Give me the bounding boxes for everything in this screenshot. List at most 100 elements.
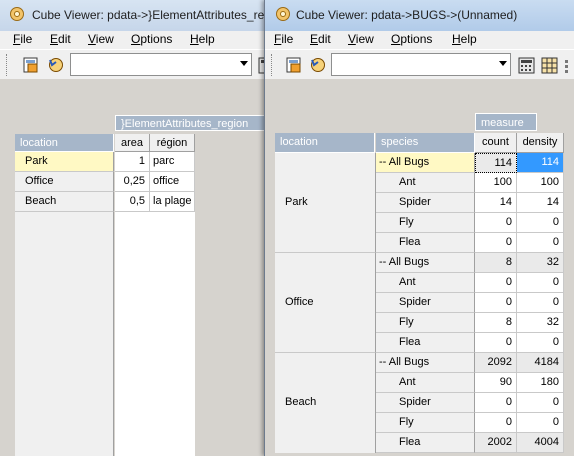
- grip-icon: [565, 60, 568, 73]
- menu-options[interactable]: Options: [391, 32, 432, 46]
- menu-help[interactable]: Help: [452, 32, 477, 46]
- cell-count[interactable]: 0: [475, 333, 517, 353]
- calculator-button[interactable]: [515, 53, 539, 77]
- cell-density[interactable]: 0: [517, 293, 564, 313]
- window-title: Cube Viewer: pdata->BUGS->(Unnamed): [296, 8, 518, 22]
- menu-view[interactable]: View: [348, 32, 374, 46]
- cell-count[interactable]: 8: [475, 313, 517, 333]
- toolbar-overflow-button[interactable]: [562, 53, 574, 77]
- recalc-button[interactable]: [282, 53, 306, 77]
- cell-count[interactable]: 90: [475, 373, 517, 393]
- grid-icon: [541, 57, 558, 74]
- menu-bar: File Edit View Options Help: [265, 31, 574, 49]
- cell-count[interactable]: 0: [475, 293, 517, 313]
- cell-density[interactable]: 0: [517, 213, 564, 233]
- row-title-park[interactable]: Park: [15, 152, 114, 172]
- cell-count[interactable]: 0: [475, 413, 517, 433]
- cell-count[interactable]: 14: [475, 193, 517, 213]
- cell-count[interactable]: 0: [475, 213, 517, 233]
- row-title-species[interactable]: Ant: [376, 273, 475, 293]
- cell-density[interactable]: 0: [517, 393, 564, 413]
- cell-density[interactable]: 0: [517, 413, 564, 433]
- menu-file[interactable]: File: [274, 32, 293, 46]
- toolbar-grip[interactable]: [271, 54, 275, 76]
- menu-edit[interactable]: Edit: [50, 32, 71, 46]
- row-title-species[interactable]: -- All Bugs: [376, 353, 475, 373]
- row-title-species[interactable]: Spider: [376, 393, 475, 413]
- cell-density[interactable]: 14: [517, 193, 564, 213]
- menu-help[interactable]: Help: [190, 32, 215, 46]
- row-dimension-header-location[interactable]: location: [275, 133, 375, 153]
- column-header-count[interactable]: count: [475, 133, 517, 153]
- column-header-density[interactable]: density: [517, 133, 564, 153]
- row-title-species[interactable]: Ant: [376, 373, 475, 393]
- cell-density[interactable]: 32: [517, 253, 564, 273]
- cell-density[interactable]: 4184: [517, 353, 564, 373]
- row-dimension-header[interactable]: location: [15, 134, 114, 152]
- cell-count[interactable]: 114: [475, 153, 517, 173]
- cube-icon: [10, 7, 24, 21]
- row-title-office[interactable]: Office: [15, 172, 114, 192]
- cell-count[interactable]: 0: [475, 233, 517, 253]
- cell-count[interactable]: 8: [475, 253, 517, 273]
- cell-beach-area[interactable]: 0,5: [115, 192, 150, 212]
- cell-density[interactable]: 32: [517, 313, 564, 333]
- column-header-region[interactable]: région: [150, 134, 195, 152]
- grid-pane: measure location species count density P…: [265, 79, 574, 456]
- row-title-species[interactable]: Ant: [376, 173, 475, 193]
- cell-density[interactable]: 114: [517, 153, 564, 173]
- rollback-button[interactable]: [306, 53, 330, 77]
- title-dimension-header[interactable]: }ElementAttributes_region: [115, 115, 272, 131]
- column-dimension-header[interactable]: measure: [475, 113, 537, 131]
- row-title-species[interactable]: -- All Bugs: [376, 253, 475, 273]
- row-title-location-beach[interactable]: Beach: [275, 353, 376, 456]
- rollback-icon: [311, 58, 325, 72]
- cell-density[interactable]: 4004: [517, 433, 564, 453]
- toolbar-grip[interactable]: [6, 54, 10, 76]
- cell-density[interactable]: 0: [517, 333, 564, 353]
- row-title-species[interactable]: Spider: [376, 193, 475, 213]
- recalc-button[interactable]: [19, 53, 43, 77]
- row-title-species[interactable]: Fly: [376, 313, 475, 333]
- row-title-species[interactable]: Fly: [376, 413, 475, 433]
- row-dimension-header-species[interactable]: species: [376, 133, 475, 153]
- subset-dropdown[interactable]: [70, 53, 252, 76]
- title-bar[interactable]: Cube Viewer: pdata->BUGS->(Unnamed): [265, 0, 574, 31]
- cell-count[interactable]: 0: [475, 273, 517, 293]
- cell-office-area[interactable]: 0,25: [115, 172, 150, 192]
- rollback-button[interactable]: [44, 53, 68, 77]
- title-bar[interactable]: Cube Viewer: pdata->}ElementAttributes_r…: [0, 0, 272, 31]
- cell-density[interactable]: 180: [517, 373, 564, 393]
- column-header-area[interactable]: area: [115, 134, 150, 152]
- cube-viewer-window-attributes: Cube Viewer: pdata->}ElementAttributes_r…: [0, 0, 273, 456]
- row-title-species[interactable]: Spider: [376, 293, 475, 313]
- row-title-species[interactable]: Flea: [376, 333, 475, 353]
- cell-count[interactable]: 100: [475, 173, 517, 193]
- cell-density[interactable]: 0: [517, 233, 564, 253]
- cell-count[interactable]: 0: [475, 393, 517, 413]
- menu-options[interactable]: Options: [131, 32, 172, 46]
- cell-density[interactable]: 0: [517, 273, 564, 293]
- menu-edit[interactable]: Edit: [310, 32, 331, 46]
- cell-count[interactable]: 2092: [475, 353, 517, 373]
- cell-office-region[interactable]: office: [150, 172, 195, 192]
- grid-button[interactable]: [538, 53, 562, 77]
- toolbar: [0, 49, 272, 80]
- subset-dropdown[interactable]: [331, 53, 511, 76]
- row-title-species[interactable]: Flea: [376, 233, 475, 253]
- row-title-species[interactable]: Fly: [376, 213, 475, 233]
- cell-density[interactable]: 100: [517, 173, 564, 193]
- cell-park-region[interactable]: parc: [150, 152, 195, 172]
- cell-park-area[interactable]: 1: [115, 152, 150, 172]
- chevron-down-icon: [499, 61, 507, 66]
- menu-view[interactable]: View: [88, 32, 114, 46]
- menu-file[interactable]: File: [13, 32, 32, 46]
- row-title-beach[interactable]: Beach: [15, 192, 114, 212]
- row-title-species[interactable]: Flea: [376, 433, 475, 453]
- row-title-location-park[interactable]: Park: [275, 153, 376, 253]
- row-title-species[interactable]: -- All Bugs: [376, 153, 475, 173]
- cell-count[interactable]: 2002: [475, 433, 517, 453]
- toolbar: [265, 49, 574, 80]
- row-title-location-office[interactable]: Office: [275, 253, 376, 353]
- cell-beach-region[interactable]: la plage: [150, 192, 195, 212]
